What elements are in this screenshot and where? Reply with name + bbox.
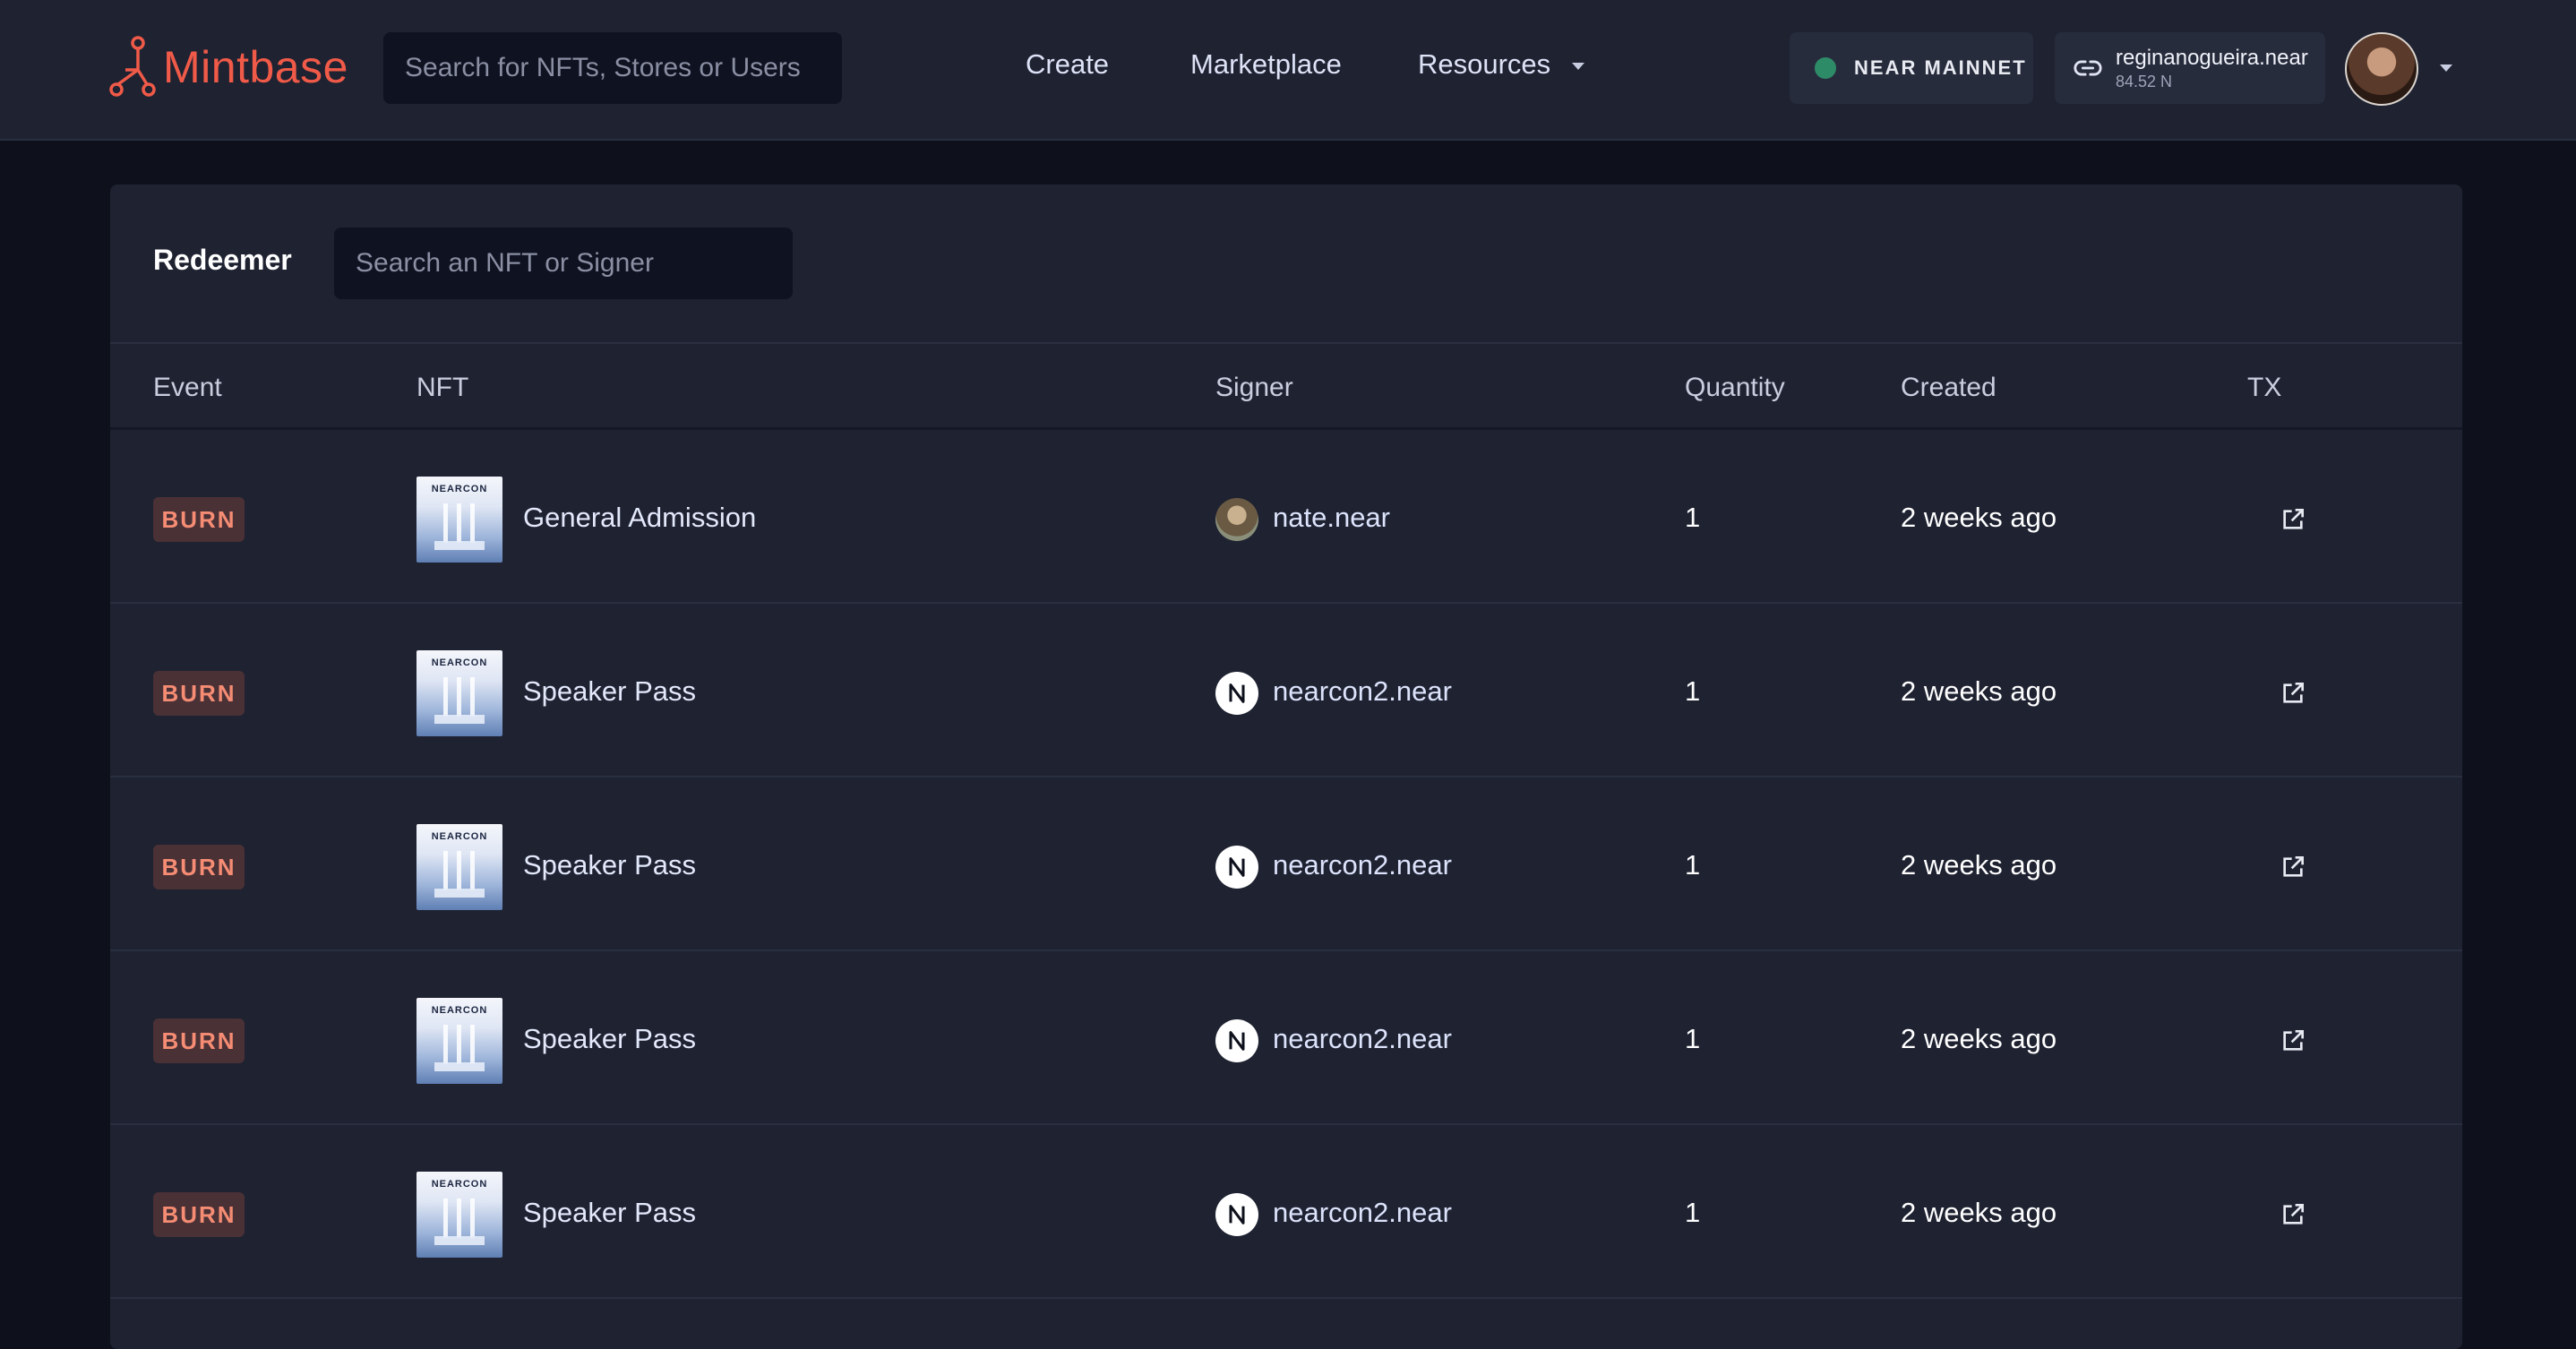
signer-name[interactable]: nearcon2.near — [1273, 1023, 1452, 1055]
redeemer-search[interactable] — [334, 228, 793, 299]
nav-resources-dropdown[interactable]: Resources — [1418, 48, 1585, 81]
nft-thumbnail[interactable]: NEARCON — [416, 1172, 502, 1258]
near-logo-icon — [1215, 1193, 1258, 1236]
quantity-value: 1 — [1685, 1023, 1701, 1054]
nft-thumbnail[interactable]: NEARCON — [416, 477, 502, 563]
table-row: BURN NEARCON Speaker Pass nearcon2.near … — [110, 1125, 2462, 1299]
column-header-event: Event — [153, 373, 222, 402]
nft-thumbnail-title: NEARCON — [431, 831, 488, 842]
table-row: BURN NEARCON General Admission nate.near… — [110, 430, 2462, 604]
nft-name[interactable]: Speaker Pass — [523, 1023, 696, 1055]
external-link-icon[interactable] — [2279, 853, 2307, 881]
nav-resources-label: Resources — [1418, 48, 1551, 80]
nft-name[interactable]: General Admission — [523, 502, 756, 534]
logo-text: Mintbase — [163, 42, 348, 92]
table-row: BURN NEARCON Speaker Pass nearcon2.near … — [110, 604, 2462, 778]
chevron-down-icon[interactable] — [2440, 64, 2452, 72]
signer-avatar — [1215, 498, 1258, 541]
network-selector[interactable]: NEAR MAINNET — [1790, 32, 2033, 104]
near-logo-icon — [1215, 1019, 1258, 1062]
nft-thumbnail-title: NEARCON — [431, 484, 488, 494]
network-label: NEAR MAINNET — [1854, 56, 2027, 79]
global-search-input[interactable] — [405, 53, 842, 83]
table-header: Event NFT Signer Quantity Created TX — [110, 342, 2462, 430]
quantity-value: 1 — [1685, 849, 1701, 881]
redeemer-search-input[interactable] — [356, 248, 793, 279]
created-value: 2 weeks ago — [1901, 675, 2057, 707]
nft-thumbnail[interactable]: NEARCON — [416, 998, 502, 1084]
nft-thumbnail[interactable]: NEARCON — [416, 824, 502, 910]
nft-thumbnail[interactable]: NEARCON — [416, 650, 502, 736]
chevron-down-icon — [1572, 63, 1585, 70]
event-badge: BURN — [153, 1018, 245, 1063]
nft-thumbnail-title: NEARCON — [431, 1179, 488, 1190]
table-row: BURN NEARCON Speaker Pass nearcon2.near … — [110, 951, 2462, 1125]
global-search[interactable] — [383, 32, 842, 104]
nft-name[interactable]: Speaker Pass — [523, 1197, 696, 1229]
external-link-icon[interactable] — [2279, 1027, 2307, 1055]
network-status-dot — [1815, 57, 1836, 79]
column-header-created: Created — [1901, 373, 1996, 402]
created-value: 2 weeks ago — [1901, 1197, 2057, 1228]
external-link-icon[interactable] — [2279, 679, 2307, 708]
near-logo-icon — [1215, 846, 1258, 889]
created-value: 2 weeks ago — [1901, 502, 2057, 533]
link-icon — [2074, 60, 2102, 76]
nft-thumbnail-title: NEARCON — [431, 1005, 488, 1016]
table-row: BURN NEARCON Speaker Pass nearcon2.near … — [110, 778, 2462, 951]
signer-name[interactable]: nearcon2.near — [1273, 675, 1452, 708]
nav-create-link[interactable]: Create — [1026, 48, 1109, 81]
signer-name[interactable]: nearcon2.near — [1273, 849, 1452, 881]
event-badge: BURN — [153, 497, 245, 542]
signer-name[interactable]: nearcon2.near — [1273, 1197, 1452, 1229]
created-value: 2 weeks ago — [1901, 849, 2057, 881]
external-link-icon[interactable] — [2279, 505, 2307, 534]
event-badge: BURN — [153, 845, 245, 889]
column-header-quantity: Quantity — [1685, 373, 1785, 402]
top-navbar: Mintbase Create Marketplace Resources NE… — [0, 0, 2576, 141]
nft-name[interactable]: Speaker Pass — [523, 849, 696, 881]
mintbase-logo-icon — [109, 36, 156, 97]
event-badge: BURN — [153, 671, 245, 716]
user-avatar[interactable] — [2345, 32, 2418, 106]
quantity-value: 1 — [1685, 1197, 1701, 1228]
quantity-value: 1 — [1685, 675, 1701, 707]
column-header-tx: TX — [2247, 373, 2282, 402]
created-value: 2 weeks ago — [1901, 1023, 2057, 1054]
column-header-nft: NFT — [416, 373, 469, 402]
column-header-signer: Signer — [1215, 373, 1293, 402]
nft-name[interactable]: Speaker Pass — [523, 675, 696, 708]
wallet-balance: 84.52 N — [2116, 72, 2173, 90]
panel-title: Redeemer — [153, 244, 292, 276]
signer-name[interactable]: nate.near — [1273, 502, 1390, 534]
quantity-value: 1 — [1685, 502, 1701, 533]
wallet-button[interactable]: reginanogueira.near 84.52 N — [2055, 32, 2325, 104]
redeemer-panel: Redeemer Event NFT Signer Quantity Creat… — [110, 185, 2462, 1349]
external-link-icon[interactable] — [2279, 1200, 2307, 1229]
near-logo-icon — [1215, 672, 1258, 715]
wallet-account-name: reginanogueira.near — [2116, 45, 2308, 70]
mintbase-logo[interactable]: Mintbase — [107, 34, 348, 100]
nft-thumbnail-title: NEARCON — [431, 657, 488, 668]
nav-marketplace-link[interactable]: Marketplace — [1190, 48, 1342, 81]
event-badge: BURN — [153, 1192, 245, 1237]
